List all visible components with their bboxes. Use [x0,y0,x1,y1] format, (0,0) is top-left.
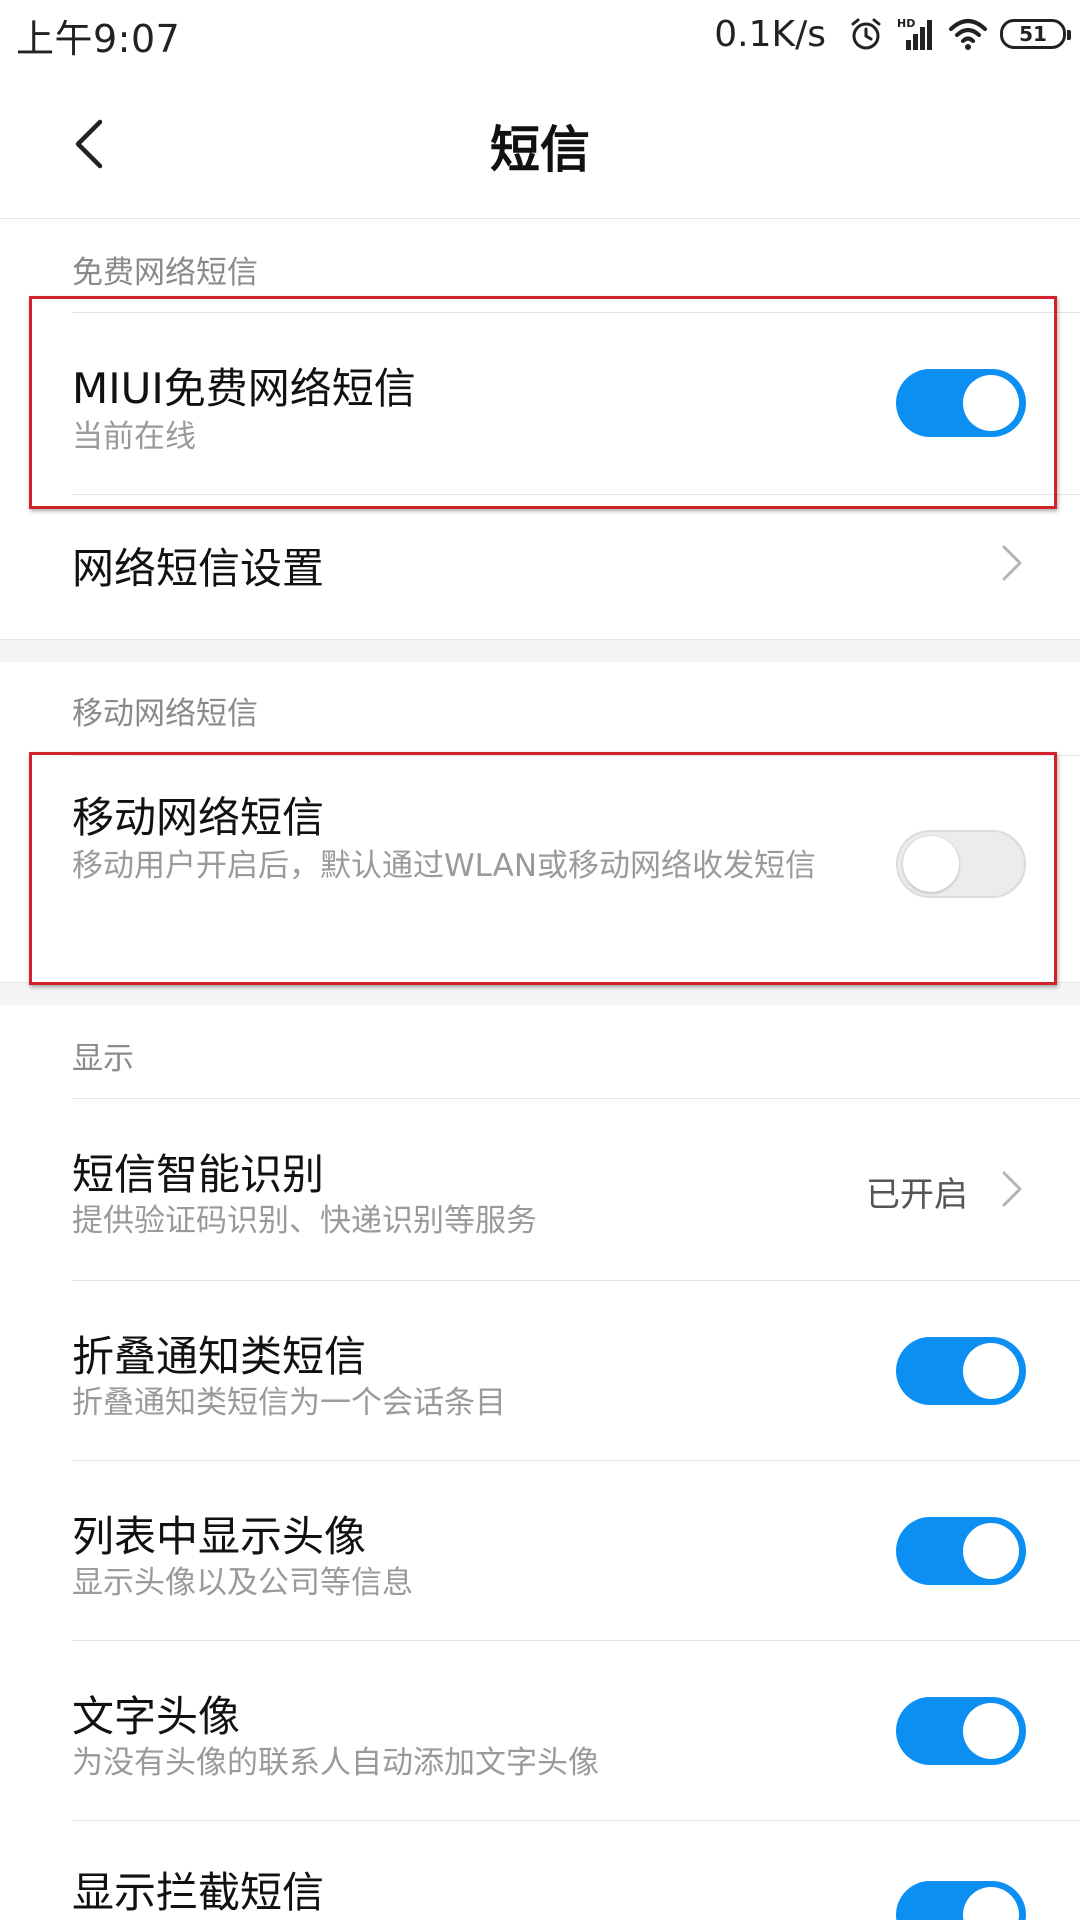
row-subtitle: 折叠通知类短信为一个会话条目 [72,1385,506,1421]
network-sms-settings-row[interactable]: 网络短信设置 [0,495,1080,635]
highlight-box [29,296,1057,509]
network-speed: 0.1K/s [714,13,826,55]
text-avatar-row[interactable]: 文字头像 为没有头像的联系人自动添加文字头像 [0,1641,1080,1821]
row-title: 显示拦截短信 [72,1868,325,1917]
page-title: 短信 [490,121,590,179]
status-icons: 0.1K/s HD 51 [714,10,1071,58]
row-title: 折叠通知类短信 [72,1332,367,1381]
text-avatar-toggle[interactable] [896,1697,1026,1765]
chevron-right-icon [1002,545,1022,581]
smart-recognition-row[interactable]: 短信智能识别 提供验证码识别、快递识别等服务 已开启 [0,1099,1080,1279]
row-subtitle: 显示头像以及公司等信息 [72,1565,413,1601]
show-blocked-sms-toggle[interactable] [896,1881,1026,1920]
row-title: 文字头像 [72,1692,241,1741]
wifi-icon [949,19,987,50]
row-subtitle: 为没有头像的联系人自动添加文字头像 [72,1745,599,1781]
section-header: 显示 [72,1041,134,1077]
status-bar: 上午9:07 0.1K/s HD 51 [0,0,1080,68]
show-blocked-sms-row[interactable]: 显示拦截短信 [0,1821,1080,1920]
section-header: 移动网络短信 [72,696,258,732]
status-time: 上午9:07 [16,17,181,61]
alarm-icon [851,18,881,50]
hd-signal-icon: HD [897,17,932,50]
highlight-box [29,752,1057,985]
fold-notification-sms-toggle[interactable] [896,1337,1026,1405]
row-title: 短信智能识别 [72,1150,325,1199]
row-title: 列表中显示头像 [72,1512,367,1561]
status-value: 已开启 [866,1175,968,1215]
section-divider [0,982,1080,1006]
battery-icon: 51 [1000,19,1071,49]
show-avatar-row[interactable]: 列表中显示头像 显示头像以及公司等信息 [0,1461,1080,1641]
section-display: 显示 短信智能识别 提供验证码识别、快递识别等服务 已开启 折叠通知类短信 折叠… [0,1005,1080,1920]
fold-notification-sms-row[interactable]: 折叠通知类短信 折叠通知类短信为一个会话条目 [0,1281,1080,1461]
svg-text:HD: HD [897,17,915,30]
battery-level: 51 [1019,22,1047,46]
chevron-right-icon [1002,1171,1022,1207]
section-divider [0,639,1080,663]
row-subtitle: 提供验证码识别、快递识别等服务 [72,1203,537,1239]
show-avatar-toggle[interactable] [896,1517,1026,1585]
row-title: 网络短信设置 [72,544,325,593]
app-header: 短信 [0,68,1080,219]
section-header: 免费网络短信 [72,255,258,291]
